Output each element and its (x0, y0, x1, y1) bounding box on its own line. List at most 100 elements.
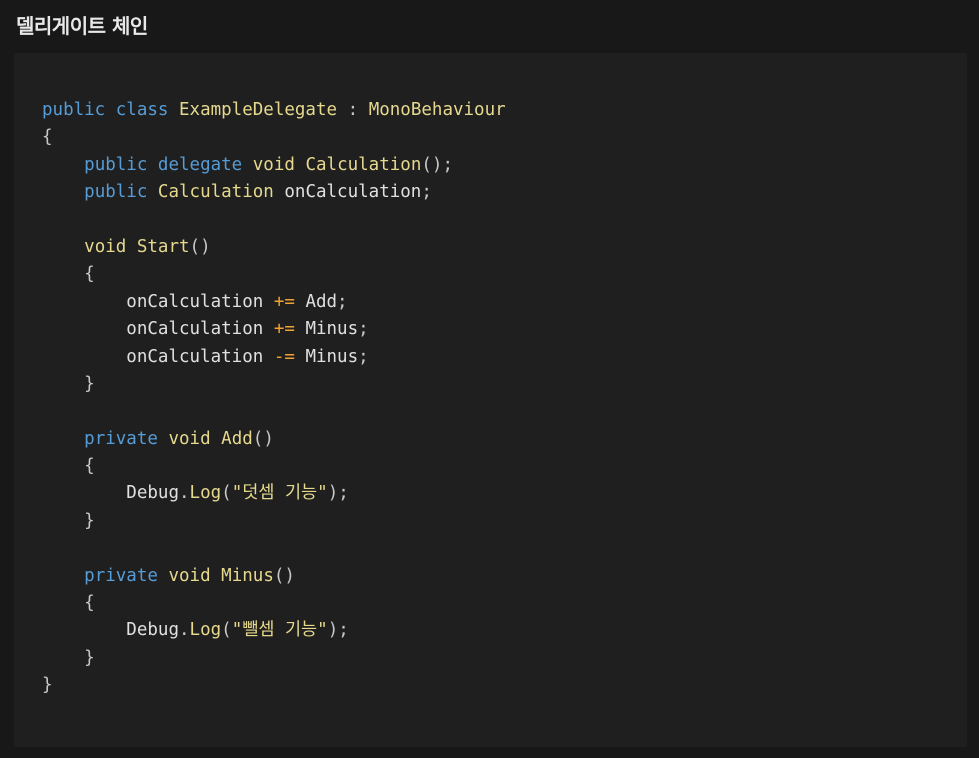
code-method-name: Start (136, 236, 190, 257)
code-identifier: Add (305, 291, 338, 312)
code-type: void (168, 428, 211, 449)
code-line: } (42, 508, 506, 535)
code-punctuation: (); (421, 154, 453, 175)
code-keyword: public (84, 154, 148, 175)
code-keyword: private (84, 565, 158, 586)
code-method-name: Calculation (305, 154, 422, 175)
code-operator: += (273, 319, 295, 340)
code-punctuation: () (189, 236, 211, 257)
code-punctuation: () (252, 428, 274, 449)
code-type: ExampleDelegate (179, 100, 338, 120)
code-line: private void Minus() (42, 563, 506, 590)
code-operator: -= (273, 346, 295, 367)
code-punctuation: } (42, 675, 53, 696)
code-type: void (84, 236, 127, 257)
code-line: { (42, 590, 506, 617)
code-line: onCalculation += Minus; (42, 316, 506, 343)
code-line: { (42, 261, 506, 288)
code-line: } (42, 672, 506, 699)
code-keyword: delegate (157, 154, 243, 175)
code-content: public class ExampleDelegate : MonoBehav… (42, 97, 506, 700)
code-type: void (168, 565, 211, 586)
code-string-literal: "뺄셈 기능" (231, 620, 328, 641)
code-line: onCalculation -= Minus; (42, 344, 506, 371)
code-punctuation: . (178, 483, 190, 504)
code-type: MonoBehaviour (368, 100, 506, 120)
code-method-name: Minus (221, 565, 274, 586)
code-identifier: Debug (126, 483, 179, 504)
code-line: Debug.Log("덧셈 기능"); (42, 480, 506, 507)
code-keyword: class (115, 100, 169, 120)
code-line: public Calculation onCalculation; (42, 179, 506, 206)
code-punctuation: { (84, 264, 95, 285)
code-identifier: onCalculation (126, 346, 264, 367)
code-identifier: onCalculation (284, 182, 422, 203)
code-keyword: private (84, 428, 158, 449)
code-operator: += (273, 291, 295, 312)
code-punctuation: ; (358, 319, 369, 340)
code-identifier: Debug (126, 620, 179, 641)
code-keyword: public (42, 100, 106, 120)
code-punctuation: { (84, 593, 95, 614)
code-type: Calculation (157, 182, 274, 203)
code-line: void Start() (42, 234, 506, 261)
code-line: { (42, 453, 506, 480)
code-punctuation: ; (358, 346, 369, 367)
code-punctuation: ( (221, 483, 232, 504)
code-line: private void Add() (42, 426, 506, 453)
code-method-name: Log (189, 483, 222, 504)
code-line: Debug.Log("뺄셈 기능"); (42, 617, 506, 644)
code-punctuation: ( (221, 620, 232, 641)
code-block: public class ExampleDelegate : MonoBehav… (14, 53, 967, 747)
code-method-name: Log (189, 620, 222, 641)
code-punctuation: ; (421, 182, 432, 203)
code-punctuation: . (178, 620, 190, 641)
code-line: onCalculation += Add; (42, 289, 506, 316)
code-line: { (42, 124, 506, 151)
code-identifier: onCalculation (126, 319, 264, 340)
code-punctuation: ; (337, 291, 348, 312)
code-punctuation: () (273, 565, 295, 586)
section-heading: 델리게이트 체인 (16, 14, 148, 38)
code-line: } (42, 645, 506, 672)
code-line: } (42, 371, 506, 398)
code-punctuation: { (42, 127, 53, 148)
page: 델리게이트 체인 public class ExampleDelegate : … (0, 0, 979, 758)
code-identifier: Minus (305, 346, 359, 367)
code-punctuation: } (84, 373, 95, 394)
